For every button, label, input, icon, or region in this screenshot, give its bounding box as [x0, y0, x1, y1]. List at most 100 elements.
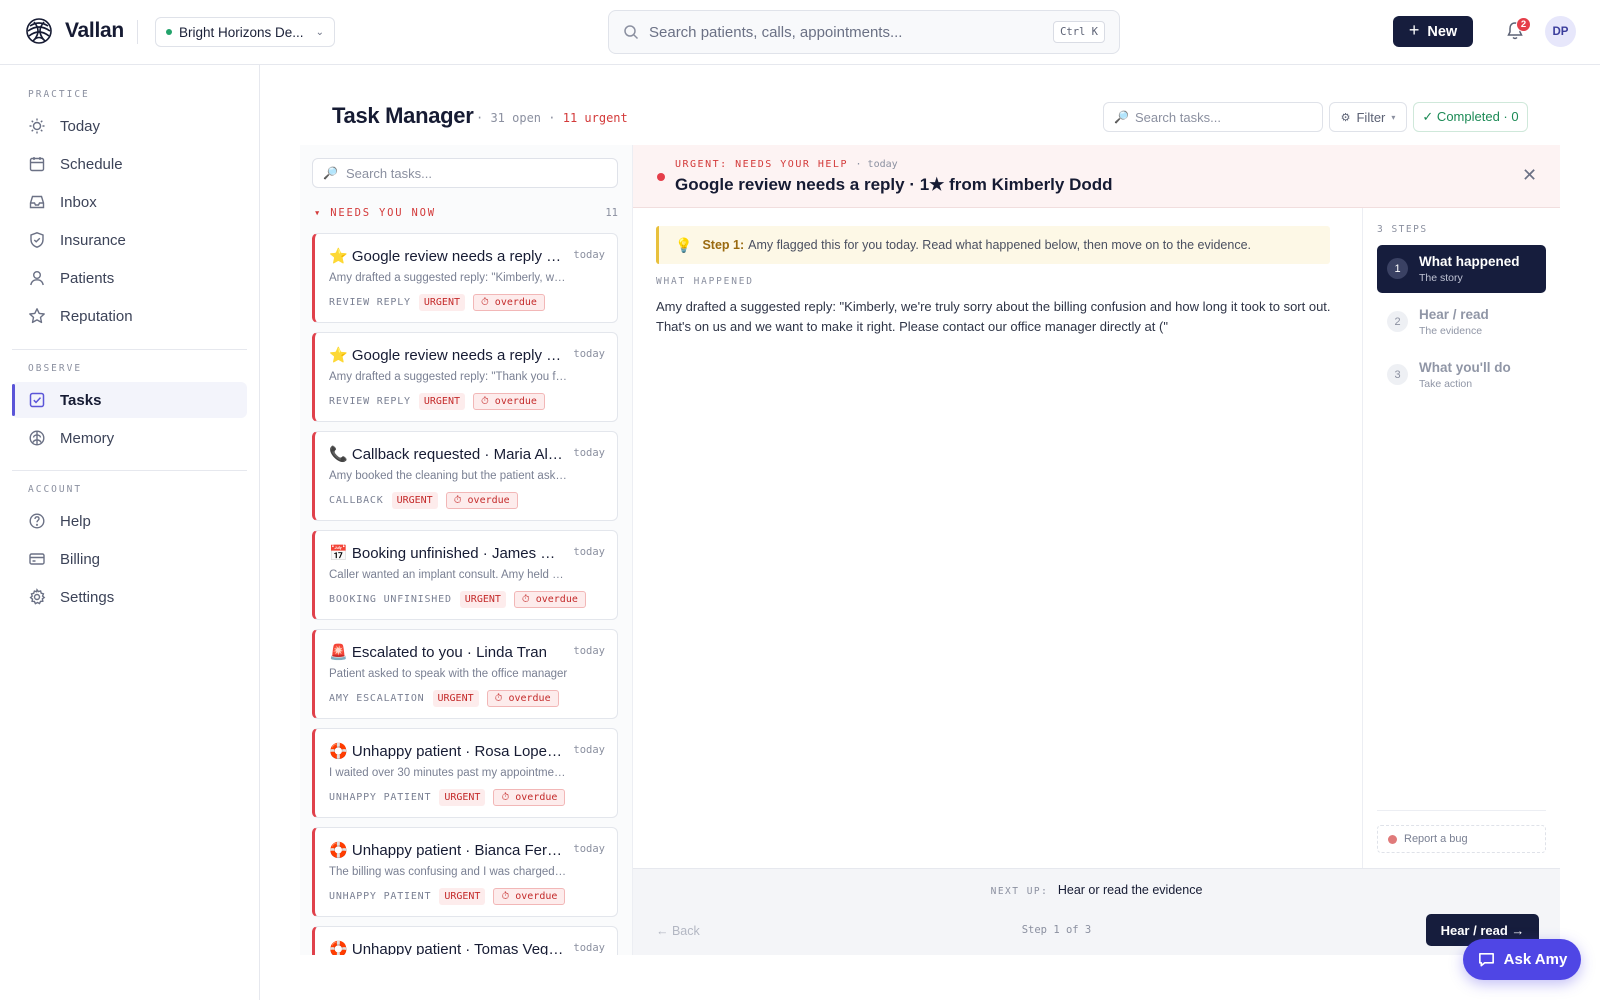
task-title: ⭐ Google review needs a reply · 1★ from … [329, 247, 565, 265]
task-emoji-icon: 🛟 [329, 842, 348, 859]
task-type: AMY ESCALATION [329, 693, 425, 704]
ask-amy-button[interactable]: Ask Amy [1463, 939, 1581, 980]
completed-filter-button[interactable]: ✓ Completed · 0 [1413, 102, 1528, 132]
filter-label: Filter [1356, 109, 1386, 125]
task-tags: UNHAPPY PATIENT URGENT ⏱ overdue [329, 789, 566, 806]
global-search-input[interactable] [649, 23, 1054, 41]
task-title-text: Unhappy patient · Bianca Ferreira [351, 842, 565, 859]
open-count: · 31 open · [476, 111, 556, 125]
overdue-badge: ⏱ overdue [513, 591, 586, 608]
section-label-account: ACCOUNT [28, 484, 83, 495]
sidebar-item-billing[interactable]: Billing [12, 541, 247, 577]
urgent-badge: URGENT [432, 690, 479, 707]
sidebar-item-inbox[interactable]: Inbox [12, 184, 247, 220]
step-title: Hear / read [1419, 307, 1489, 322]
task-list-search[interactable]: 🔎 [312, 158, 618, 188]
sidebar: PRACTICE Today Schedule Inbox Insurance … [0, 65, 260, 1000]
sidebar-item-tasks[interactable]: Tasks [12, 382, 247, 418]
sidebar-item-label: Settings [60, 588, 115, 606]
task-list-panel: 🔎 ▾ NEEDS YOU NOW 11 ⭐ Google review nee… [300, 145, 633, 955]
step-title: What happened [1419, 254, 1520, 269]
step-hint: 💡 Step 1: Amy flagged this for you today… [656, 226, 1330, 264]
app-name: Vallan [65, 19, 124, 42]
sidebar-item-today[interactable]: Today [12, 108, 247, 144]
task-card[interactable]: 🛟 Unhappy patient · Bianca Ferreira today… [312, 827, 618, 917]
sidebar-item-schedule[interactable]: Schedule [12, 146, 247, 182]
task-tags: UNHAPPY PATIENT URGENT ⏱ overdue [329, 888, 566, 905]
step-number: 3 [1387, 364, 1408, 385]
task-title: 🚨 Escalated to you · Linda Tran [329, 643, 565, 661]
step-what-happened[interactable]: 1 What happened The story [1377, 245, 1546, 293]
report-bug-button[interactable]: Report a bug [1377, 825, 1546, 853]
sidebar-item-label: Tasks [60, 391, 102, 409]
sidebar-item-label: Schedule [60, 155, 123, 173]
detail-kicker: URGENT: NEEDS YOUR HELP · today [675, 159, 898, 170]
sidebar-item-label: Help [60, 512, 91, 530]
task-time: today [573, 645, 605, 657]
task-description: Patient asked to speak with the office m… [329, 668, 568, 680]
task-emoji-icon: ⭐ [329, 347, 348, 364]
filter-button[interactable]: ⚙ Filter ▾ [1329, 102, 1407, 132]
steps-panel: 3 STEPS 1 What happened The story 2 Hear… [1362, 208, 1560, 868]
sidebar-item-label: Inbox [60, 193, 97, 211]
sidebar-item-insurance[interactable]: Insurance [12, 222, 247, 258]
detail-title: Google review needs a reply · 1★ from Ki… [675, 175, 1113, 194]
step-number: 1 [1387, 258, 1408, 279]
what-happened-body: Amy drafted a suggested reply: "Kimberly… [656, 299, 1331, 334]
new-button[interactable]: + New [1393, 16, 1473, 47]
section-label-practice: PRACTICE [28, 89, 90, 100]
task-title-text: Escalated to you · Linda Tran [351, 644, 547, 661]
group-header-needs-you-now[interactable]: ▾ NEEDS YOU NOW 11 [314, 207, 618, 219]
task-list-search-input[interactable] [345, 165, 607, 181]
task-title-text: Unhappy patient · Rosa Lopez Martinez [351, 743, 565, 760]
sidebar-item-help[interactable]: Help [12, 503, 247, 539]
task-card[interactable]: 🛟 Unhappy patient · Tomas Vega Ruiz today… [312, 926, 618, 955]
task-card[interactable]: ⭐ Google review needs a reply · 1★ from … [312, 233, 618, 323]
task-time: today [573, 546, 605, 558]
help-icon [29, 513, 45, 529]
gear-icon [29, 588, 46, 605]
task-counts: · 31 open · 11 urgent [476, 111, 628, 125]
task-card[interactable]: 🛟 Unhappy patient · Rosa Lopez Martinez t… [312, 728, 618, 818]
step-progress: Step 1 of 3 [1021, 924, 1092, 936]
task-card[interactable]: 📅 Booking unfinished · James Park today Ca… [312, 530, 618, 620]
sidebar-item-label: Billing [60, 550, 101, 568]
new-button-label: New [1427, 23, 1458, 40]
urgent-badge: URGENT [418, 393, 465, 410]
task-card[interactable]: ⭐ Google review needs a reply · 2★ from … [312, 332, 618, 422]
sidebar-item-memory[interactable]: Memory [12, 420, 247, 456]
shield-icon [30, 232, 44, 248]
divider [1377, 810, 1546, 811]
detail-header: URGENT: NEEDS YOUR HELP · today Google r… [633, 145, 1560, 208]
task-card[interactable]: 🚨 Escalated to you · Linda Tran today Pati… [312, 629, 618, 719]
close-icon[interactable]: ✕ [1522, 165, 1537, 186]
step-subtitle: Take action [1419, 378, 1473, 390]
header-task-search-input[interactable] [1134, 109, 1312, 125]
global-search[interactable]: Ctrl K [608, 10, 1120, 54]
overdue-badge: ⏱ overdue [493, 888, 566, 905]
task-card[interactable]: 📞 Callback requested · Maria Alvarez toda… [312, 431, 618, 521]
task-emoji-icon: 🚨 [329, 644, 348, 661]
avatar[interactable]: DP [1545, 16, 1576, 47]
task-time: today [573, 249, 605, 261]
status-dot [166, 29, 172, 35]
sidebar-item-label: Patients [60, 269, 115, 287]
task-title: 📞 Callback requested · Maria Alvarez [329, 445, 565, 463]
kicker-time: · today [855, 159, 898, 170]
sidebar-item-patients[interactable]: Patients [12, 260, 247, 296]
task-title-text: Callback requested · Maria Alvarez [351, 446, 565, 463]
sidebar-item-reputation[interactable]: Reputation [12, 298, 247, 334]
step-what-youll-do[interactable]: 3 What you'll do Take action [1377, 351, 1546, 399]
header-task-search[interactable]: 🔎 [1103, 102, 1323, 132]
credit-card-icon [29, 553, 45, 565]
practice-selector[interactable]: Bright Horizons De... ⌄ [155, 17, 335, 47]
step-hear-read[interactable]: 2 Hear / read The evidence [1377, 298, 1546, 346]
task-tags: CALLBACK URGENT ⏱ overdue [329, 492, 518, 509]
plus-icon: + [1408, 20, 1420, 40]
logo[interactable]: Vallan [24, 16, 124, 46]
sidebar-item-settings[interactable]: Settings [12, 579, 247, 615]
task-description: Amy drafted a suggested reply: "Thank yo… [329, 371, 569, 383]
task-time: today [573, 447, 605, 459]
ask-amy-label: Ask Amy [1503, 951, 1568, 968]
task-title: 🛟 Unhappy patient · Tomas Vega Ruiz [329, 940, 565, 955]
